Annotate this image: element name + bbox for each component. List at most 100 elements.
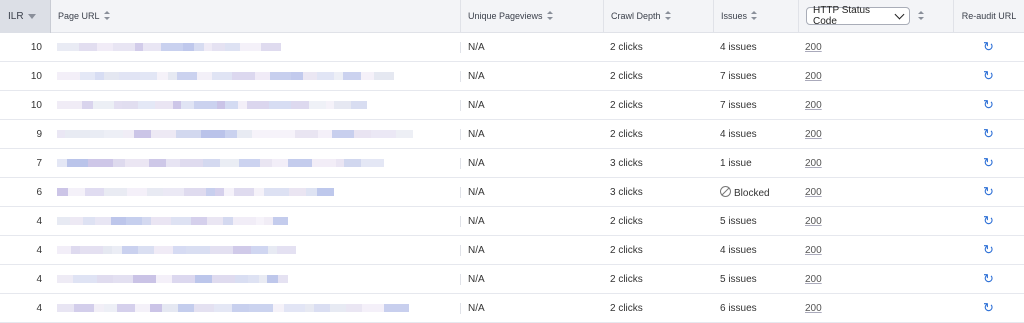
- page-url-redacted[interactable]: [50, 273, 460, 285]
- status-code-select[interactable]: HTTP Status Code: [806, 5, 910, 27]
- redacted-url-block: [354, 130, 371, 138]
- redacted-url-block: [326, 101, 334, 109]
- refresh-icon[interactable]: ↻: [983, 126, 994, 141]
- table-row[interactable]: 10 N/A 2 clicks 7 issues 200 ↻: [0, 91, 1024, 120]
- ilr-value: 4: [36, 273, 42, 285]
- issues-cell[interactable]: 5 issues: [713, 216, 798, 227]
- refresh-icon[interactable]: ↻: [983, 242, 994, 257]
- redacted-url-block: [127, 188, 147, 196]
- redacted-url-block: [396, 130, 413, 138]
- ilr-value: 4: [36, 215, 42, 227]
- status-code-link[interactable]: 200: [805, 100, 822, 111]
- issues-cell[interactable]: 7 issues: [713, 100, 798, 111]
- redacted-url-block: [334, 101, 351, 109]
- redacted-url-block: [264, 188, 289, 196]
- status-code-link[interactable]: 200: [805, 71, 822, 82]
- redacted-url-block: [57, 159, 67, 167]
- status-code-cell: 200: [798, 129, 953, 140]
- status-code-link[interactable]: 200: [805, 303, 822, 314]
- issues-cell[interactable]: 5 issues: [713, 274, 798, 285]
- redacted-url-block: [79, 43, 97, 51]
- redacted-url-block: [255, 72, 270, 80]
- redacted-url-block: [215, 188, 224, 196]
- redacted-url-block: [177, 72, 197, 80]
- table-row[interactable]: 10 N/A 2 clicks 7 issues 200 ↻: [0, 62, 1024, 91]
- redacted-url-block: [94, 304, 104, 312]
- page-url-redacted[interactable]: [50, 302, 460, 314]
- redacted-url-block: [90, 130, 104, 138]
- redacted-url-block: [260, 159, 272, 167]
- status-code-link[interactable]: 200: [805, 158, 822, 169]
- issues-cell[interactable]: 4 issues: [713, 42, 798, 53]
- refresh-icon[interactable]: ↻: [983, 155, 994, 170]
- column-header-pageviews[interactable]: Unique Pageviews: [460, 0, 603, 33]
- table-row[interactable]: 6 N/A 3 clicks Blocked 200 ↻: [0, 178, 1024, 207]
- refresh-icon[interactable]: ↻: [983, 300, 994, 315]
- redacted-url-block: [204, 43, 212, 51]
- page-url-redacted[interactable]: [50, 70, 460, 82]
- status-code-cell: 200: [798, 100, 953, 111]
- sort-descending-icon: [27, 13, 36, 19]
- redacted-url-block: [194, 43, 204, 51]
- redacted-url-block: [183, 43, 194, 51]
- status-code-link[interactable]: 200: [805, 216, 822, 227]
- ilr-value: 6: [36, 186, 42, 198]
- redacted-url-block: [203, 159, 220, 167]
- crawl-depth-value: 3 clicks: [610, 186, 643, 198]
- redacted-url-block: [57, 275, 73, 283]
- refresh-icon[interactable]: ↻: [983, 39, 994, 54]
- table-row[interactable]: 4 N/A 2 clicks 4 issues 200 ↻: [0, 236, 1024, 265]
- refresh-icon[interactable]: ↻: [983, 97, 994, 112]
- status-code-link[interactable]: 200: [805, 187, 822, 198]
- table-row[interactable]: 4 N/A 2 clicks 5 issues 200 ↻: [0, 207, 1024, 236]
- refresh-icon[interactable]: ↻: [983, 213, 994, 228]
- page-url-redacted[interactable]: [50, 99, 460, 111]
- redacted-url-block: [180, 159, 203, 167]
- column-header-issues[interactable]: Issues: [713, 0, 798, 33]
- redacted-url-block: [273, 304, 284, 312]
- table-header: ILR Page URL Unique Pageviews Crawl Dept…: [0, 0, 1024, 33]
- redacted-url-block: [249, 304, 273, 312]
- status-code-select-value: HTTP Status Code: [813, 5, 871, 27]
- redacted-url-block: [269, 101, 291, 109]
- table-row[interactable]: 7 N/A 3 clicks 1 issue 200 ↻: [0, 149, 1024, 178]
- crawl-depth-value: 2 clicks: [610, 70, 643, 82]
- redacted-url-block: [362, 304, 384, 312]
- issues-cell[interactable]: Blocked: [713, 185, 798, 199]
- redacted-url-block: [104, 188, 127, 196]
- redacted-url-block: [140, 72, 157, 80]
- issues-cell[interactable]: 6 issues: [713, 303, 798, 314]
- page-url-redacted[interactable]: [50, 41, 460, 53]
- redacted-url-block: [251, 246, 268, 254]
- issues-cell[interactable]: 4 issues: [713, 245, 798, 256]
- status-code-link[interactable]: 200: [805, 42, 822, 53]
- page-url-redacted[interactable]: [50, 215, 460, 227]
- redacted-url-block: [73, 275, 97, 283]
- table-row[interactable]: 4 N/A 2 clicks 6 issues 200 ↻: [0, 294, 1024, 323]
- table-row[interactable]: 4 N/A 2 clicks 5 issues 200 ↻: [0, 265, 1024, 294]
- page-url-redacted[interactable]: [50, 186, 460, 198]
- refresh-icon[interactable]: ↻: [983, 271, 994, 286]
- column-header-ilr[interactable]: ILR: [0, 0, 50, 33]
- redacted-url-block: [195, 275, 212, 283]
- page-url-redacted[interactable]: [50, 157, 460, 169]
- page-url-redacted[interactable]: [50, 128, 460, 140]
- table-row[interactable]: 9 N/A 2 clicks 4 issues 200 ↻: [0, 120, 1024, 149]
- redacted-url-block: [351, 101, 367, 109]
- sort-icon: [546, 11, 554, 21]
- table-row[interactable]: 10 N/A 2 clicks 4 issues 200 ↻: [0, 33, 1024, 62]
- column-header-url[interactable]: Page URL: [50, 0, 460, 33]
- sort-icon[interactable]: [918, 11, 925, 21]
- column-header-depth[interactable]: Crawl Depth: [603, 0, 713, 33]
- refresh-icon[interactable]: ↻: [983, 184, 994, 199]
- refresh-icon[interactable]: ↻: [983, 68, 994, 83]
- issues-cell[interactable]: 7 issues: [713, 71, 798, 82]
- status-code-link[interactable]: 200: [805, 245, 822, 256]
- issues-cell[interactable]: 4 issues: [713, 129, 798, 140]
- status-code-link[interactable]: 200: [805, 129, 822, 140]
- redacted-url-block: [135, 304, 150, 312]
- page-url-redacted[interactable]: [50, 244, 460, 256]
- issues-cell[interactable]: 1 issue: [713, 158, 798, 169]
- status-code-link[interactable]: 200: [805, 274, 822, 285]
- reaudit-cell: ↻: [953, 272, 1024, 286]
